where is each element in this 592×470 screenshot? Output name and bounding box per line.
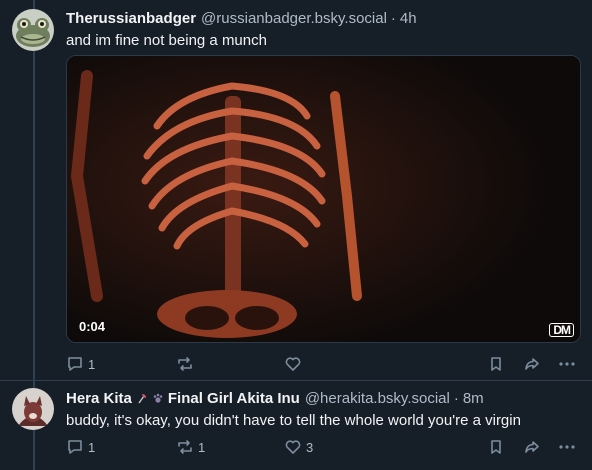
reply-icon <box>68 440 82 454</box>
repost-button[interactable]: 1 <box>176 437 205 457</box>
post-header: Therussianbadger @russianbadger.bsky.soc… <box>66 8 580 28</box>
share-icon <box>525 358 539 370</box>
share-button[interactable] <box>523 354 541 374</box>
post-actions: 1 1 3 <box>66 437 580 457</box>
repost-button[interactable] <box>176 354 198 374</box>
avatar[interactable] <box>12 9 54 51</box>
handle[interactable]: @herakita.bsky.social <box>305 390 450 407</box>
post-text: and im fine not being a munch <box>66 32 267 49</box>
more-options-button[interactable] <box>558 437 576 457</box>
video-watermark: DM <box>549 323 574 337</box>
post[interactable]: Therussianbadger @russianbadger.bsky.soc… <box>0 0 592 380</box>
repost-count: 1 <box>198 439 206 455</box>
like-button[interactable] <box>284 354 306 374</box>
bookmark-button[interactable] <box>487 354 505 374</box>
like-count: 3 <box>306 439 314 455</box>
video-player[interactable]: 0:04 DM <box>66 55 581 343</box>
post-actions: 1 <box>66 354 580 374</box>
display-name[interactable]: Hera Kita <box>66 390 132 407</box>
timestamp[interactable]: 8m <box>463 390 484 407</box>
reply-button[interactable]: 1 <box>66 437 95 457</box>
display-name-suffix[interactable]: Final Girl Akita Inu <box>168 390 300 407</box>
repost-icon <box>178 440 192 454</box>
separator: · <box>390 9 396 27</box>
skeleton-video-frame <box>67 56 580 342</box>
reply-button[interactable]: 1 <box>66 354 95 374</box>
repost-icon <box>178 357 192 371</box>
more-dots-icon <box>559 445 575 449</box>
video-duration: 0:04 <box>79 319 106 334</box>
heart-icon <box>285 440 301 454</box>
post-header: Hera Kita Final Girl Akita Inu @herakita… <box>66 388 580 408</box>
feed: Therussianbadger @russianbadger.bsky.soc… <box>0 0 592 470</box>
avatar[interactable] <box>12 388 54 430</box>
reply-count: 1 <box>88 356 96 372</box>
bookmark-icon <box>491 440 501 454</box>
heart-icon <box>285 357 301 371</box>
display-name[interactable]: Therussianbadger <box>66 10 196 27</box>
paw-icon <box>152 391 164 405</box>
share-button[interactable] <box>523 437 541 457</box>
post-text: buddy, it's okay, you didn't have to tel… <box>66 412 521 429</box>
reply-count: 1 <box>88 439 96 455</box>
handle[interactable]: @russianbadger.bsky.social <box>201 10 387 27</box>
post[interactable]: Hera Kita Final Girl Akita Inu @herakita… <box>0 380 592 470</box>
reply-icon <box>68 357 82 371</box>
frog-avatar-icon <box>12 9 54 51</box>
more-options-button[interactable] <box>558 354 576 374</box>
more-dots-icon <box>559 362 575 366</box>
bookmark-button[interactable] <box>487 437 505 457</box>
timestamp[interactable]: 4h <box>400 10 417 27</box>
axe-icon <box>136 391 148 405</box>
bookmark-icon <box>491 357 501 371</box>
like-button[interactable]: 3 <box>284 437 313 457</box>
separator: · <box>453 389 459 407</box>
dog-avatar-icon <box>12 388 54 430</box>
share-icon <box>525 441 539 453</box>
